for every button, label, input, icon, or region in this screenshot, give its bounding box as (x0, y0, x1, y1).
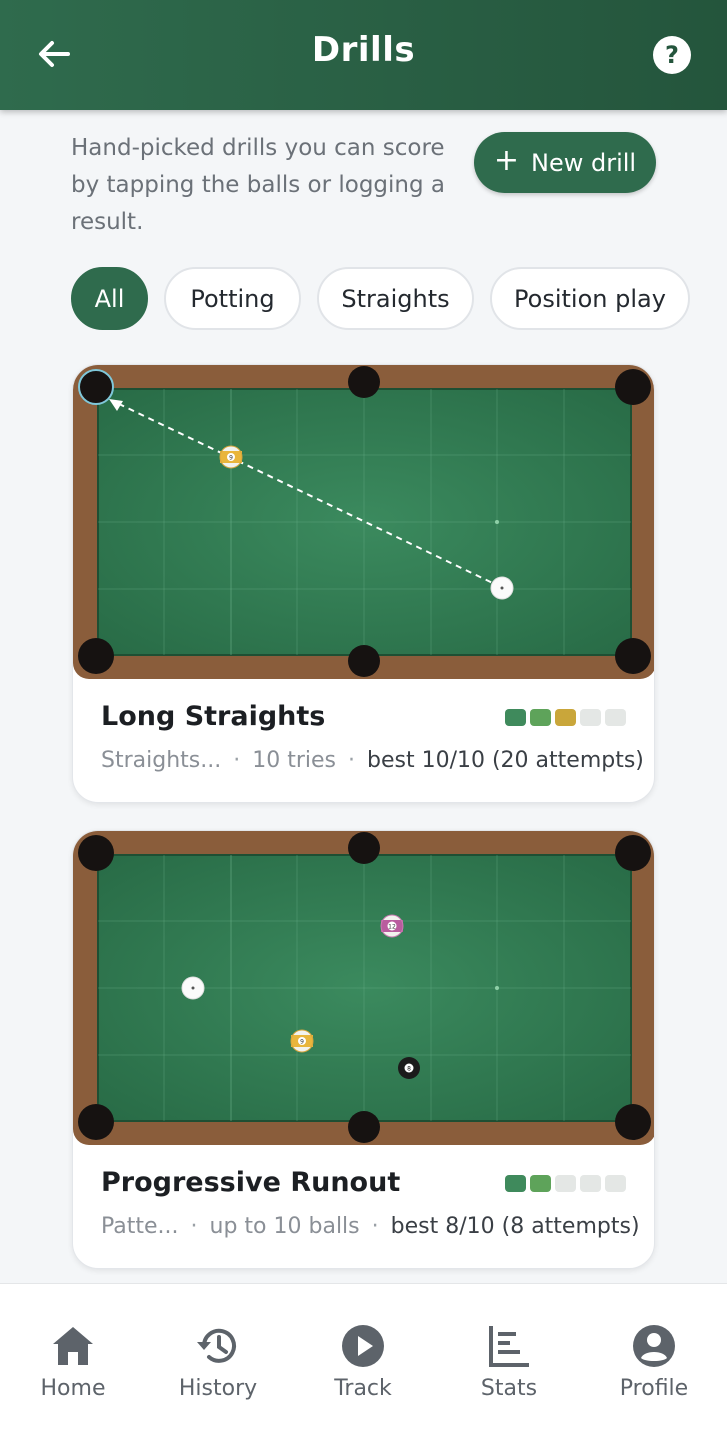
drill-category: Patte... (101, 1214, 179, 1239)
table-diagram: 12 9 8 (73, 831, 654, 1145)
stats-icon (489, 1326, 529, 1367)
drill-detail: up to 10 balls (209, 1214, 360, 1239)
spot (495, 986, 499, 990)
page-title: Drills (311, 30, 416, 70)
difficulty-pip (605, 709, 626, 726)
difficulty-pip (505, 1175, 526, 1192)
difficulty-pip (505, 709, 526, 726)
history-icon (197, 1328, 236, 1363)
cue-ball (490, 576, 514, 600)
ball-8: 8 (398, 1057, 420, 1079)
drill-name: Progressive Runout (101, 1167, 401, 1198)
nav-item-track[interactable]: Track (298, 1322, 428, 1401)
svg-text:12: 12 (388, 924, 396, 931)
difficulty-meter (505, 1175, 626, 1192)
difficulty-pip (555, 1175, 576, 1192)
nav-label: History (178, 1376, 258, 1401)
drill-meta: Straights... · 10 tries · best 10/10 (20 att… (101, 748, 644, 773)
drill-card[interactable]: 12 9 8 Progressive Runout Patte... · up to… (72, 830, 655, 1269)
pocket (78, 1104, 114, 1140)
difficulty-pip (530, 709, 551, 726)
pocket (615, 638, 651, 674)
filter-chip-all[interactable]: All (71, 267, 148, 330)
drill-meta: Patte... · up to 10 balls · best 8/10 (8 att… (101, 1214, 640, 1239)
svg-text:9: 9 (229, 455, 233, 462)
home-icon (53, 1327, 93, 1365)
svg-text:9: 9 (300, 1039, 304, 1046)
drill-best: best 10/10 (20 attempts) (367, 748, 644, 773)
difficulty-pip (580, 1175, 601, 1192)
nav-label: Stats (480, 1376, 538, 1401)
filter-chips: All Potting Straights Position play (71, 267, 727, 331)
play-circle-icon (342, 1325, 384, 1367)
nav-label: Track (334, 1376, 392, 1401)
drill-best: best 8/10 (8 attempts) (390, 1214, 640, 1239)
difficulty-pip (530, 1175, 551, 1192)
drill-category: Straights... (101, 748, 222, 773)
pocket (615, 369, 651, 405)
pocket (78, 638, 114, 674)
pocket (615, 835, 651, 871)
difficulty-pip (555, 709, 576, 726)
nav-item-profile[interactable]: Profile (589, 1322, 719, 1401)
nav-item-history[interactable]: History (153, 1322, 283, 1401)
pocket (348, 832, 380, 864)
help-button[interactable]: ? (653, 36, 691, 74)
drill-card[interactable]: 9 Long Straights Straights... · 10 tries · b… (72, 364, 655, 803)
svg-text:8: 8 (407, 1066, 411, 1073)
profile-icon (633, 1325, 675, 1367)
ball-12: 12 (380, 914, 404, 938)
app-header: Drills ? (0, 0, 727, 110)
bottom-nav: Home History Track Stats Profile (0, 1283, 727, 1446)
filter-chip-position-play[interactable]: Position play (490, 267, 690, 330)
pocket (348, 1111, 380, 1143)
ball-9: 9 (219, 445, 243, 469)
new-drill-label: New drill (531, 148, 637, 177)
table-diagram: 9 (73, 365, 654, 679)
cue-ball (181, 976, 205, 1000)
new-drill-button[interactable]: + New drill (474, 132, 656, 193)
pocket (78, 835, 114, 871)
filter-chip-potting[interactable]: Potting (164, 267, 301, 330)
intro-text: Hand-picked drills you can score by tapp… (71, 135, 446, 235)
pocket (348, 645, 380, 677)
nav-item-stats[interactable]: Stats (444, 1322, 574, 1401)
target-pocket (78, 369, 114, 405)
pocket (615, 1104, 651, 1140)
nav-item-home[interactable]: Home (8, 1322, 138, 1401)
spot (495, 520, 499, 524)
difficulty-meter (505, 709, 626, 726)
drill-name: Long Straights (101, 701, 326, 732)
difficulty-pip (605, 1175, 626, 1192)
nav-label: Home (40, 1376, 106, 1401)
plus-icon: + (493, 143, 520, 178)
filter-chip-straights[interactable]: Straights (317, 267, 474, 330)
drill-detail: 10 tries (252, 748, 336, 773)
nav-label: Profile (619, 1376, 689, 1401)
ball-9: 9 (290, 1029, 314, 1053)
pocket (348, 366, 380, 398)
difficulty-pip (580, 709, 601, 726)
